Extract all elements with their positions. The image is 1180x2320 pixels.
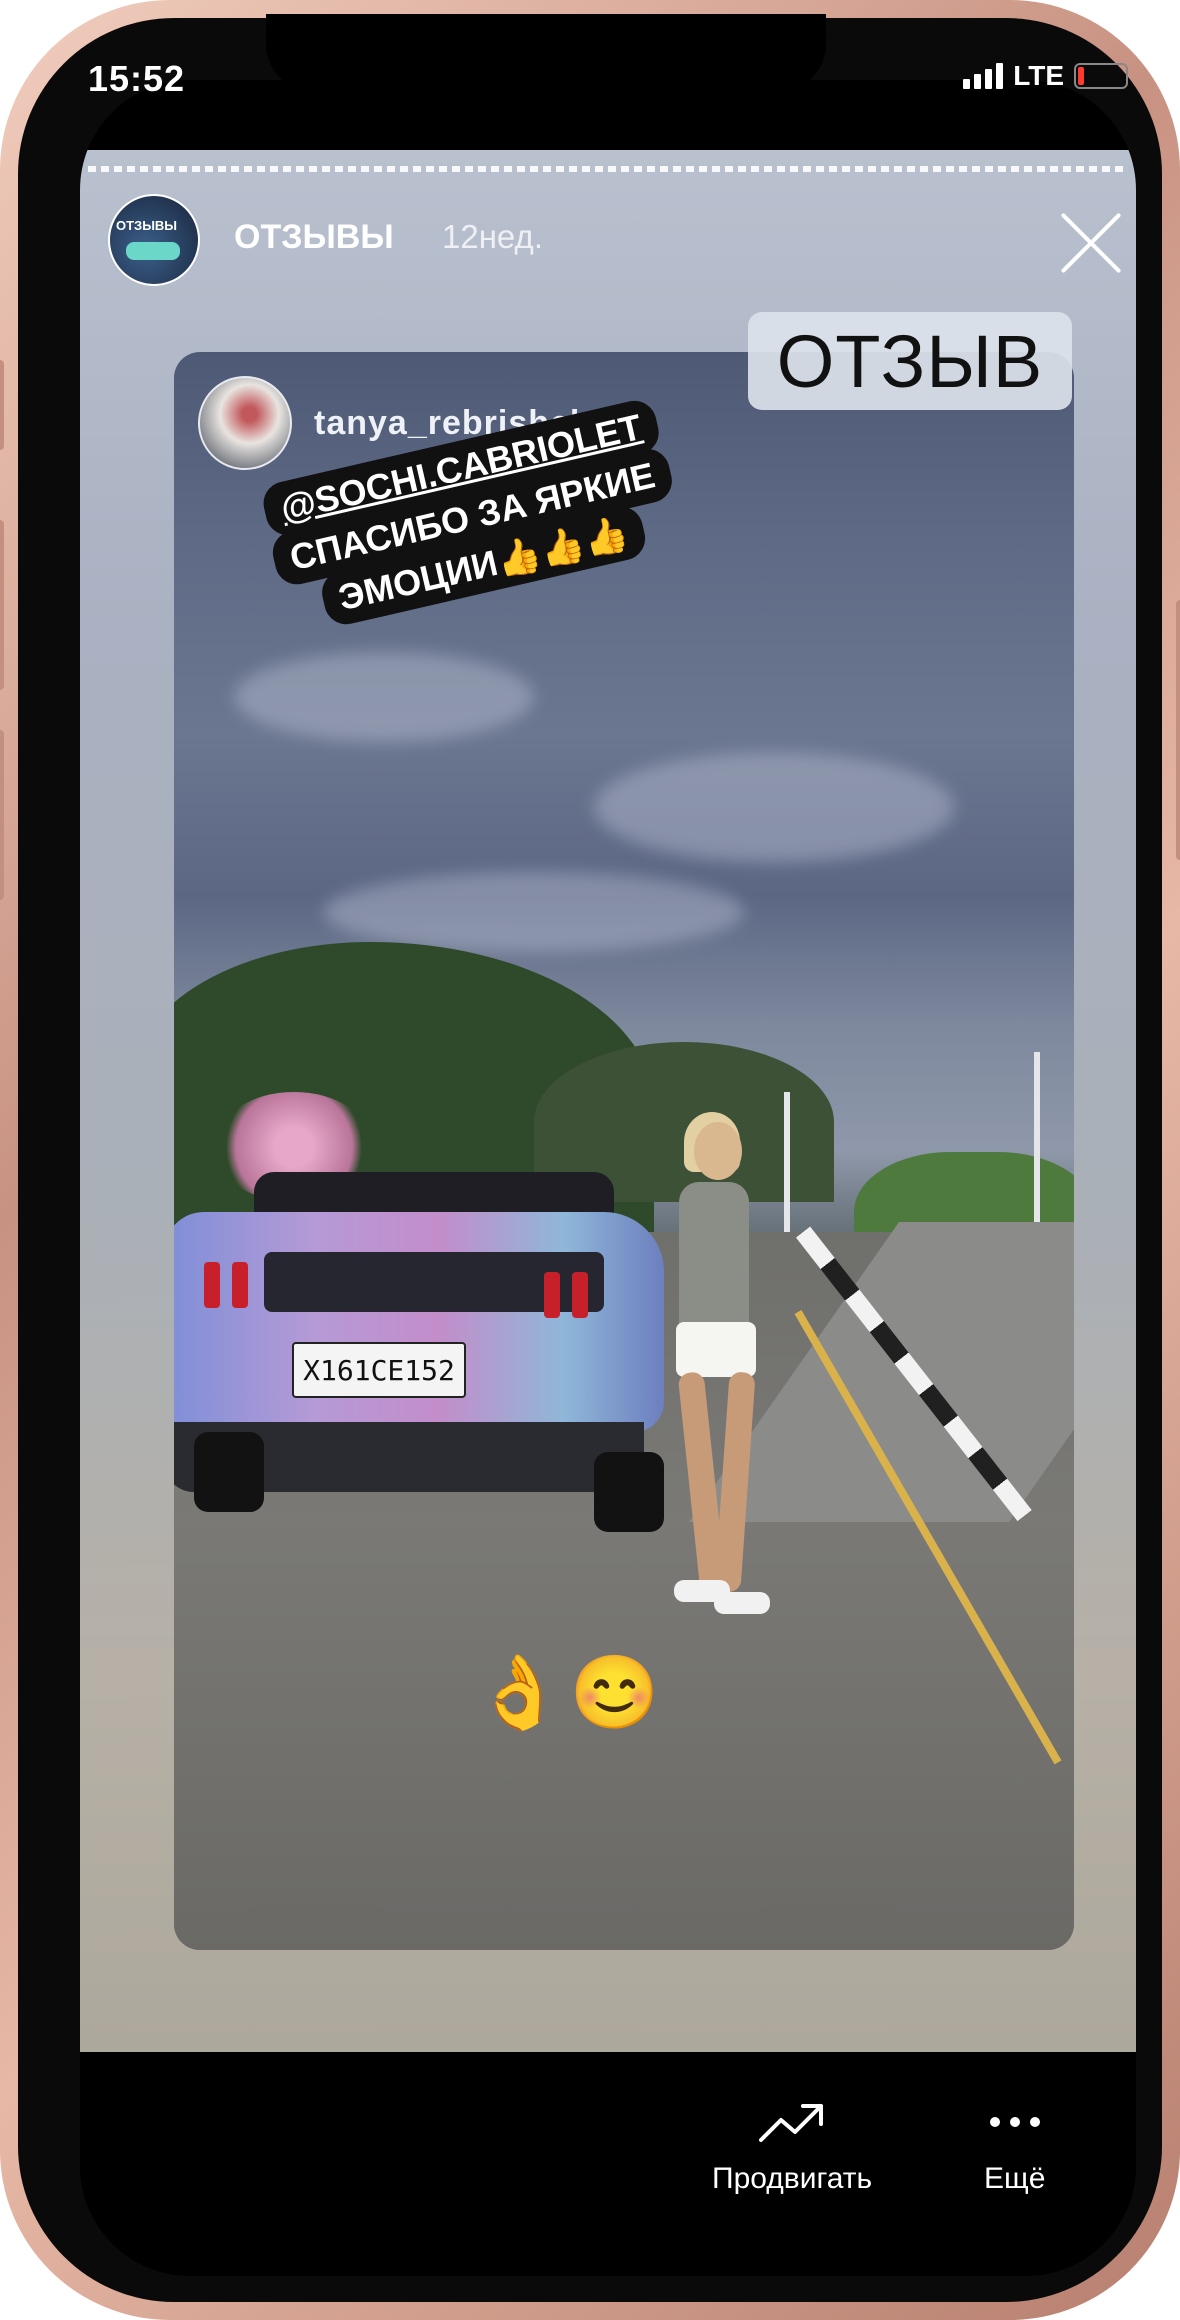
cloud [324,872,744,952]
volume-down-button [0,730,4,900]
more-horizontal-icon [989,2100,1040,2144]
taillight [232,1262,248,1308]
taillight [572,1272,588,1318]
phone-frame: ОТЗЫВЫ ОТЗЫВЫ 12нед. Х161СЕ152 tanya_reb… [0,0,1180,2320]
volume-up-button [0,520,4,690]
trending-up-icon [759,2104,824,2142]
car-body [174,1212,664,1432]
power-button [1176,600,1180,860]
cloud [234,652,534,742]
close-icon[interactable] [1054,206,1128,280]
status-indicators: LTE [963,60,1128,92]
cloud [594,752,954,862]
signal-icon [963,63,1004,89]
review-badge: ОТЗЫВ [748,312,1072,410]
wheel [194,1432,264,1512]
network-type: LTE [1013,60,1064,91]
story-avatar-label: ОТЗЫВЫ [116,218,178,233]
promote-label: Продвигать [712,2162,873,2195]
shoe [714,1592,770,1614]
story-username[interactable]: ОТЗЫВЫ [234,218,394,257]
status-time: 15:52 [88,58,186,99]
embedded-post[interactable]: Х161СЕ152 tanya_rebrishcheva @SOCHI.CABR… [174,352,1074,1950]
story-progress-bar [88,166,1128,172]
woman-head [694,1122,742,1180]
taillight [204,1262,220,1308]
taillight [544,1272,560,1318]
promote-button[interactable]: Продвигать [712,2100,872,2196]
wheel [594,1452,664,1532]
story-viewer[interactable]: ОТЗЫВЫ ОТЗЫВЫ 12нед. Х161СЕ152 tanya_reb… [80,150,1136,2052]
notch [266,14,826,92]
emoji-sticker: 👌😊 [474,1653,666,1733]
woman-shorts [676,1322,756,1377]
mute-switch [0,360,4,450]
woman-top [679,1182,749,1332]
phone-bezel: ОТЗЫВЫ ОТЗЫВЫ 12нед. Х161СЕ152 tanya_reb… [18,14,1162,2302]
post-author-avatar[interactable] [198,376,292,470]
more-button[interactable]: Ещё [984,2100,1045,2196]
more-label: Ещё [984,2162,1046,2195]
license-plate: Х161СЕ152 [292,1342,466,1398]
story-age: 12нед. [442,218,543,255]
story-avatar[interactable]: ОТЗЫВЫ [108,194,200,286]
screen: ОТЗЫВЫ ОТЗЫВЫ 12нед. Х161СЕ152 tanya_reb… [80,80,1136,2276]
battery-icon [1074,63,1128,89]
avatar-car-image [126,242,180,260]
